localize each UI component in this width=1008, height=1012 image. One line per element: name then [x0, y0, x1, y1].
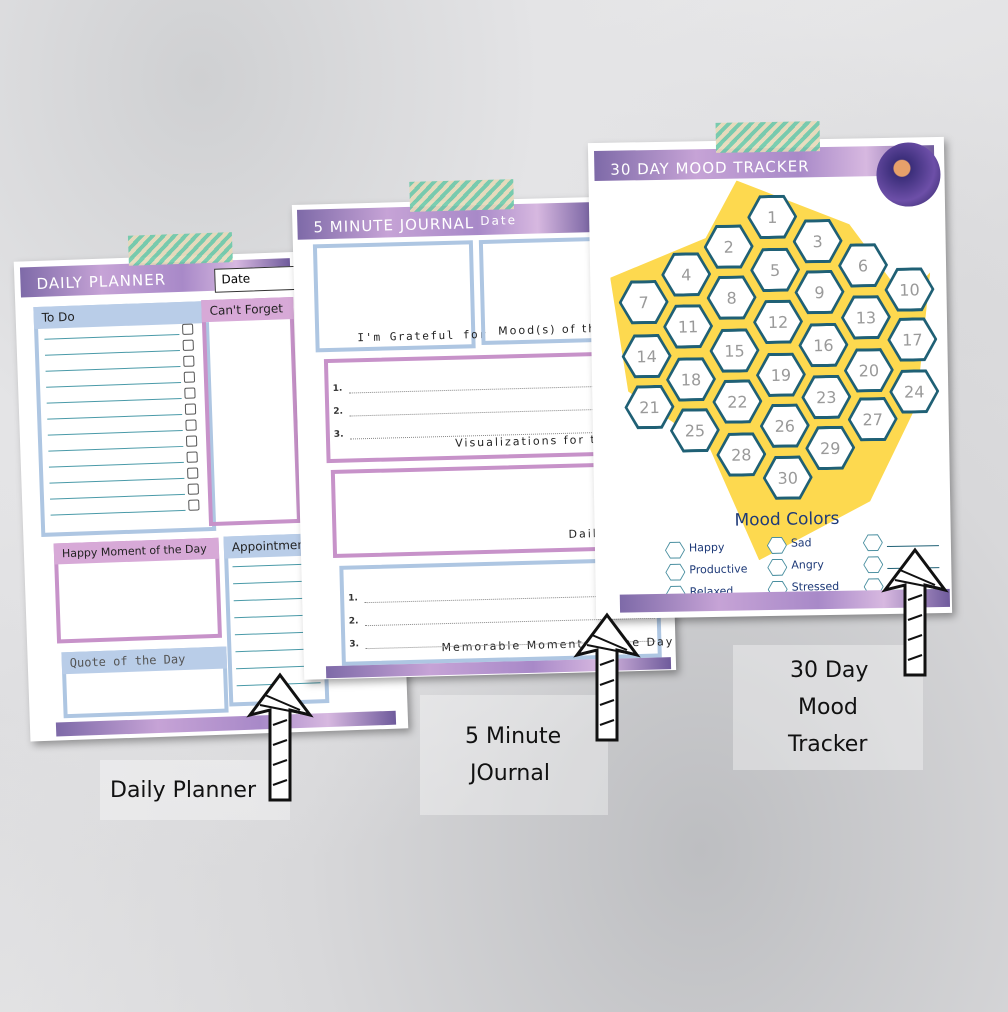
list-number: 2.: [348, 616, 359, 627]
todo-checkbox[interactable]: [184, 403, 197, 415]
page-title: 30 DAY MOOD TRACKER: [610, 157, 810, 179]
day-number: 29: [808, 429, 853, 468]
day-number: 16: [801, 326, 846, 365]
day-number: 23: [804, 378, 849, 417]
date-field: Date: [214, 265, 305, 293]
day-number: 24: [892, 372, 937, 411]
list-number: 3.: [333, 429, 344, 440]
day-number: 15: [712, 331, 757, 370]
todo-checkbox[interactable]: [187, 483, 199, 495]
todo-checkbox[interactable]: [182, 323, 194, 335]
list-number: 3.: [349, 639, 360, 650]
day-number: 11: [666, 307, 711, 346]
day-number: 22: [715, 382, 760, 421]
cant-forget-box: [201, 297, 302, 527]
mood-swatch-hexagon[interactable]: [665, 542, 685, 559]
day-number: 1: [750, 198, 795, 237]
list-number: 2.: [333, 406, 344, 417]
arrow-icon-mood: [881, 547, 949, 677]
day-number: 18: [669, 360, 714, 399]
day-number: 26: [763, 406, 808, 445]
todo-checkbox[interactable]: [186, 451, 198, 463]
caption-mood-line1: 30 Day: [790, 658, 869, 683]
caption-mood-line3: Tracker: [788, 732, 868, 757]
cant-forget-heading: Can't Forget: [201, 297, 294, 323]
todo-checkbox[interactable]: [187, 467, 199, 479]
todo-checkbox[interactable]: [183, 371, 196, 383]
day-number: 19: [759, 355, 804, 394]
day-number: 5: [753, 251, 798, 290]
caption-journal-line1: 5 Minute: [465, 724, 562, 749]
caption-journal-line2: JOurnal: [470, 761, 550, 786]
day-number: 8: [709, 278, 754, 317]
mood-label: Happy: [688, 540, 725, 555]
mood-label: Sad: [790, 536, 812, 550]
todo-checkbox[interactable]: [182, 339, 194, 351]
day-number: 10: [887, 270, 932, 309]
todo-checkbox[interactable]: [185, 419, 197, 431]
day-number: 17: [890, 320, 935, 359]
caption-daily-planner: Daily Planner: [110, 778, 256, 803]
page-title: DAILY PLANNER: [36, 270, 167, 293]
day-number: 2: [706, 227, 751, 266]
washi-tape: [409, 179, 515, 212]
date-label: Date: [480, 213, 518, 229]
day-number: 6: [841, 246, 886, 285]
day-number: 12: [756, 302, 801, 341]
washi-tape: [127, 232, 233, 266]
page-title: 5 MINUTE JOURNAL: [313, 214, 475, 237]
mood-swatch-hexagon[interactable]: [665, 564, 685, 581]
day-number: 21: [627, 388, 672, 427]
list-number: 1.: [332, 383, 343, 394]
day-number: 9: [797, 273, 842, 312]
mood-swatch-hexagon[interactable]: [767, 559, 787, 576]
day-number: 4: [664, 255, 709, 294]
planets-illustration: [875, 141, 942, 208]
mood-label: Productive: [689, 562, 748, 577]
caption-mood-line2: Mood: [798, 695, 858, 720]
todo-checkbox[interactable]: [188, 499, 200, 511]
day-number: 7: [621, 283, 666, 322]
day-number: 20: [847, 351, 892, 390]
todo-checkbox[interactable]: [183, 355, 195, 367]
mood-label: Angry: [791, 558, 824, 572]
arrow-icon-daily: [246, 672, 314, 802]
day-number: 27: [850, 400, 895, 439]
day-number: 30: [765, 458, 810, 497]
todo-checkbox[interactable]: [185, 435, 198, 447]
todo-checkbox[interactable]: [184, 387, 196, 399]
washi-tape: [715, 121, 821, 153]
list-number: 1.: [348, 593, 358, 604]
mood-colors-title: Mood Colors: [734, 508, 840, 531]
day-number: 3: [795, 222, 840, 261]
day-number: 25: [673, 411, 718, 450]
day-number: 13: [844, 298, 889, 337]
day-number: 14: [624, 337, 669, 376]
day-number: 28: [719, 435, 764, 474]
arrow-icon-journal: [573, 612, 641, 742]
